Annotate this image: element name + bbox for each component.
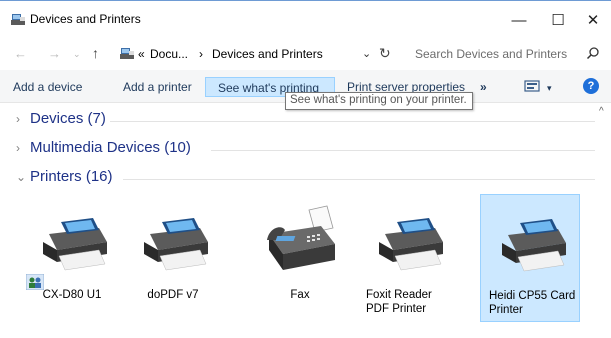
group-label: Multimedia Devices (10) — [30, 139, 191, 156]
breadcrumb-separator[interactable]: › — [199, 47, 203, 61]
group-collapse-icon: ⌄ — [16, 170, 27, 184]
group-expand-icon: › — [16, 112, 20, 126]
close-button[interactable]: ✕ — [570, 1, 611, 39]
group-divider — [211, 150, 595, 151]
device-item[interactable]: doPDF v7 — [123, 194, 223, 322]
add-printer-button[interactable]: Add a printer — [123, 77, 192, 97]
group-divider — [110, 121, 595, 122]
group-expand-icon: › — [16, 141, 20, 155]
devices-printers-app-icon — [11, 14, 25, 25]
printer-icon — [144, 218, 208, 271]
view-options-dropdown[interactable]: ▾ — [547, 80, 552, 100]
search-box[interactable]: Search Devices and Printers — [406, 43, 604, 65]
group-multimedia-devices[interactable]: › Multimedia Devices (10) — [16, 139, 191, 161]
more-commands-button[interactable]: » — [480, 77, 487, 97]
group-devices[interactable]: › Devices (7) — [16, 110, 106, 132]
device-label: Fax — [290, 289, 310, 301]
device-label: Foxit Reader PDF Printer — [366, 289, 432, 315]
back-button[interactable]: ← — [14, 46, 27, 61]
breadcrumb-documents[interactable]: Docu... — [150, 47, 188, 61]
recent-locations-button[interactable]: ⌄ — [73, 49, 81, 60]
group-divider — [123, 179, 595, 180]
group-label: Printers (16) — [30, 168, 113, 185]
printer-icon — [502, 219, 566, 272]
help-button[interactable]: ? — [583, 78, 599, 94]
title-bar: Devices and Printers — ☐ ✕ — [0, 0, 611, 38]
search-placeholder: Search Devices and Printers — [415, 47, 568, 61]
devices-view: › Devices (7) › Multimedia Devices (10) ⌄ P… — [0, 104, 597, 338]
up-button[interactable]: ↑ — [92, 45, 99, 61]
group-label: Devices (7) — [30, 110, 106, 127]
fax-icon — [267, 205, 335, 270]
tooltip: See what's printing on your printer. — [285, 92, 473, 110]
refresh-button[interactable]: ↻ — [379, 45, 391, 62]
control-panel-icon — [120, 48, 134, 59]
device-item[interactable]: CX-D80 U1 — [22, 194, 122, 322]
device-item[interactable]: Foxit Reader PDF Printer — [358, 194, 458, 322]
printer-icon — [379, 218, 443, 271]
breadcrumb-devices-printers[interactable]: Devices and Printers — [212, 47, 323, 61]
address-dropdown-button[interactable]: ⌄ — [362, 47, 371, 60]
vertical-scrollbar[interactable]: ^ — [597, 104, 611, 338]
search-icon[interactable] — [586, 46, 600, 60]
device-label: Heidi CP55 Card Printer — [489, 290, 576, 316]
device-item-selected[interactable]: Heidi CP55 Card Printer — [480, 194, 580, 322]
printer-icon — [43, 218, 107, 271]
breadcrumb-overflow-button[interactable]: « — [138, 47, 145, 61]
address-row: ← → ⌄ ↑ « Docu... › Devices and Printers… — [0, 38, 611, 70]
window-title: Devices and Printers — [30, 12, 141, 26]
address-bar[interactable]: « Docu... › Devices and Printers ⌄ ↻ — [114, 43, 404, 65]
forward-button[interactable]: → — [48, 46, 61, 61]
group-printers[interactable]: ⌄ Printers (16) — [16, 168, 113, 190]
change-view-icon[interactable] — [524, 79, 540, 93]
device-label: CX-D80 U1 — [42, 289, 102, 301]
add-device-button[interactable]: Add a device — [13, 77, 82, 97]
scroll-up-button[interactable]: ^ — [599, 106, 604, 117]
device-item[interactable]: Fax — [250, 194, 350, 322]
device-label: doPDF v7 — [147, 289, 199, 301]
